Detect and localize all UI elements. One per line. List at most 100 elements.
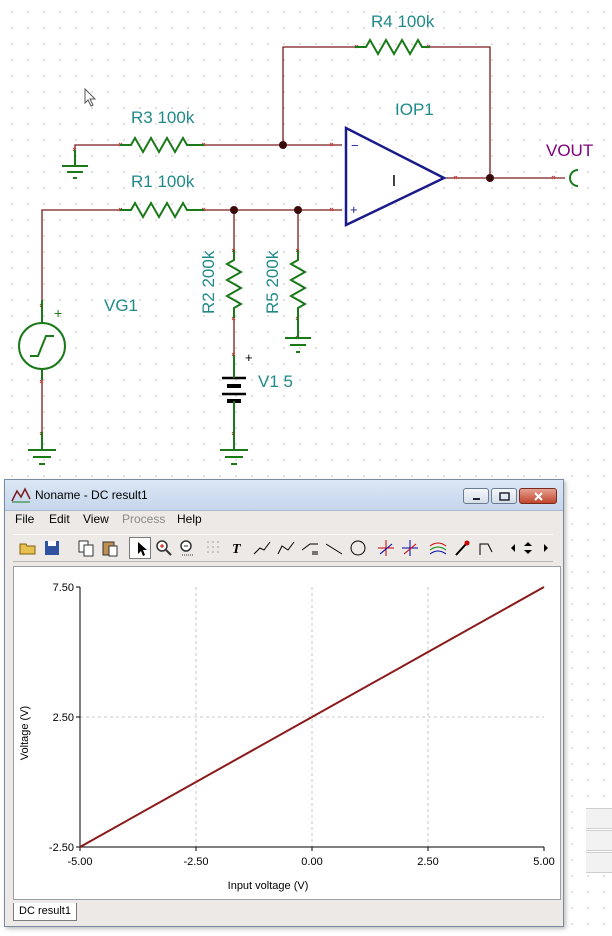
maximize-button[interactable]: [491, 488, 517, 504]
schematic-canvas[interactable]: I − + + + R4 100k R3 100k R1 100k IOP1 V…: [0, 0, 612, 475]
cursor-b-icon: [277, 541, 295, 555]
svg-text:T: T: [232, 542, 242, 557]
r1-resistor: [120, 200, 204, 220]
circle-tool-button[interactable]: [347, 537, 369, 559]
ground-r5: [285, 318, 311, 353]
y-axis-title: Voltage (V): [19, 706, 31, 760]
pointer-button[interactable]: [129, 537, 151, 559]
multi-curve-icon: [429, 542, 447, 555]
opamp-symbol: I: [392, 173, 396, 190]
zoom-in-button[interactable]: [153, 537, 175, 559]
cursor-b-button[interactable]: [275, 537, 297, 559]
cursor-a-red-icon: [378, 540, 394, 556]
open-button[interactable]: [17, 537, 39, 559]
minimize-icon: [473, 498, 480, 500]
x-tick-label: -2.50: [183, 856, 208, 868]
probe-button[interactable]: [451, 537, 473, 559]
r4-resistor: [355, 37, 430, 57]
vg1-generator[interactable]: +: [18, 300, 66, 380]
menu-bar: File Edit View Process Help: [5, 510, 563, 528]
dc-result-window[interactable]: Noname - DC result1 File Edit View Proce…: [4, 479, 564, 927]
y-tick-label: 7.50: [53, 582, 74, 594]
line-tool-icon: [301, 543, 318, 555]
wire-r4-right: [430, 46, 491, 178]
menu-process[interactable]: Process: [122, 512, 165, 526]
close-button[interactable]: [519, 488, 557, 504]
menu-help[interactable]: Help: [177, 512, 202, 526]
cursor-b-blue-button[interactable]: [399, 537, 421, 559]
label-r1: R1 100k: [131, 172, 195, 191]
background-table-fragment: [586, 808, 612, 873]
grid-icon: [207, 541, 219, 553]
zoom-out-button[interactable]: [177, 537, 199, 559]
window-title: Noname - DC result1: [35, 488, 148, 502]
save-button[interactable]: [41, 537, 63, 559]
copy-icon: [78, 540, 94, 557]
wire-r3-ground: [74, 144, 120, 165]
grid-button[interactable]: [203, 537, 225, 559]
menu-edit[interactable]: Edit: [49, 512, 70, 526]
zoom-in-icon: [156, 540, 172, 556]
v1-battery[interactable]: +: [222, 350, 253, 432]
close-icon: [534, 492, 543, 501]
label-iop1: IOP1: [395, 100, 434, 119]
multi-curve-button[interactable]: [427, 537, 449, 559]
wire-r4-left: [282, 46, 355, 145]
opamp-iop1[interactable]: I − +: [344, 125, 447, 227]
minimize-button[interactable]: [463, 488, 489, 504]
ground-vg1: [28, 432, 56, 465]
scroll-arrows[interactable]: [505, 537, 551, 559]
r5-resistor: [288, 250, 308, 318]
x-tick-label: 5.00: [533, 856, 554, 868]
menu-view[interactable]: View: [83, 512, 109, 526]
wire-vg1-to-r1: [41, 209, 120, 300]
draw-line-icon: [325, 543, 343, 555]
label-vout: VOUT: [546, 141, 593, 160]
paste-icon: [102, 541, 118, 557]
label-r3: R3 100k: [131, 108, 195, 127]
cursor-a-button[interactable]: [251, 537, 273, 559]
x-tick-label: -5.00: [67, 856, 92, 868]
pointer-icon: [138, 542, 147, 556]
vout-connector[interactable]: [569, 169, 579, 187]
label-r4: R4 100k: [371, 12, 435, 31]
text-icon: T: [232, 542, 242, 557]
text-tool-button[interactable]: T: [227, 537, 249, 559]
title-bar[interactable]: Noname - DC result1: [5, 480, 563, 511]
ground-v1: [220, 432, 248, 465]
ticks-layer: -5.00 -2.50 0.00 2.50 5.00 -2.50 2.50 7.50: [49, 582, 555, 868]
copy-button[interactable]: [75, 537, 97, 559]
x-tick-label: 2.50: [417, 856, 438, 868]
y-tick-label: 2.50: [53, 712, 74, 724]
label-r5: R5 200k: [263, 250, 282, 314]
tab-strip: DC result1: [13, 903, 561, 923]
x-axis-title: Input voltage (V): [228, 880, 309, 892]
scroll-arrows-icon: [511, 542, 548, 554]
plot-panel[interactable]: -5.00 -2.50 0.00 2.50 5.00 -2.50 2.50 7.50 Volt…: [13, 566, 561, 900]
menu-file[interactable]: File: [15, 512, 34, 526]
draw-line-button[interactable]: [323, 537, 345, 559]
r2-resistor: [224, 250, 244, 318]
ground-r3: [62, 150, 88, 179]
circle-icon: [350, 540, 366, 556]
label-vg1: VG1: [104, 296, 138, 315]
toolbar: T: [13, 534, 553, 562]
opamp-minus: −: [351, 138, 359, 153]
cursor-a-icon: [253, 541, 271, 555]
cursor-b-blue-icon: [402, 540, 418, 556]
paste-button[interactable]: [99, 537, 121, 559]
opamp-plus: +: [350, 202, 358, 217]
vg1-plus: +: [54, 305, 62, 321]
app-icon: [11, 487, 31, 503]
y-tick-label: -2.50: [49, 842, 74, 854]
label-v1: V1 5: [258, 372, 293, 391]
step-icon: [479, 543, 493, 555]
cursor-a-red-button[interactable]: [375, 537, 397, 559]
step-button[interactable]: [475, 537, 497, 559]
r3-resistor: [120, 135, 204, 155]
label-r2: R2 200k: [199, 250, 218, 314]
tab-dc-result1[interactable]: DC result1: [13, 903, 77, 921]
mouse-cursor-icon: [84, 87, 97, 107]
line-tool-button[interactable]: [299, 537, 321, 559]
dc-chart[interactable]: -5.00 -2.50 0.00 2.50 5.00 -2.50 2.50 7.50 Volt…: [14, 567, 560, 899]
